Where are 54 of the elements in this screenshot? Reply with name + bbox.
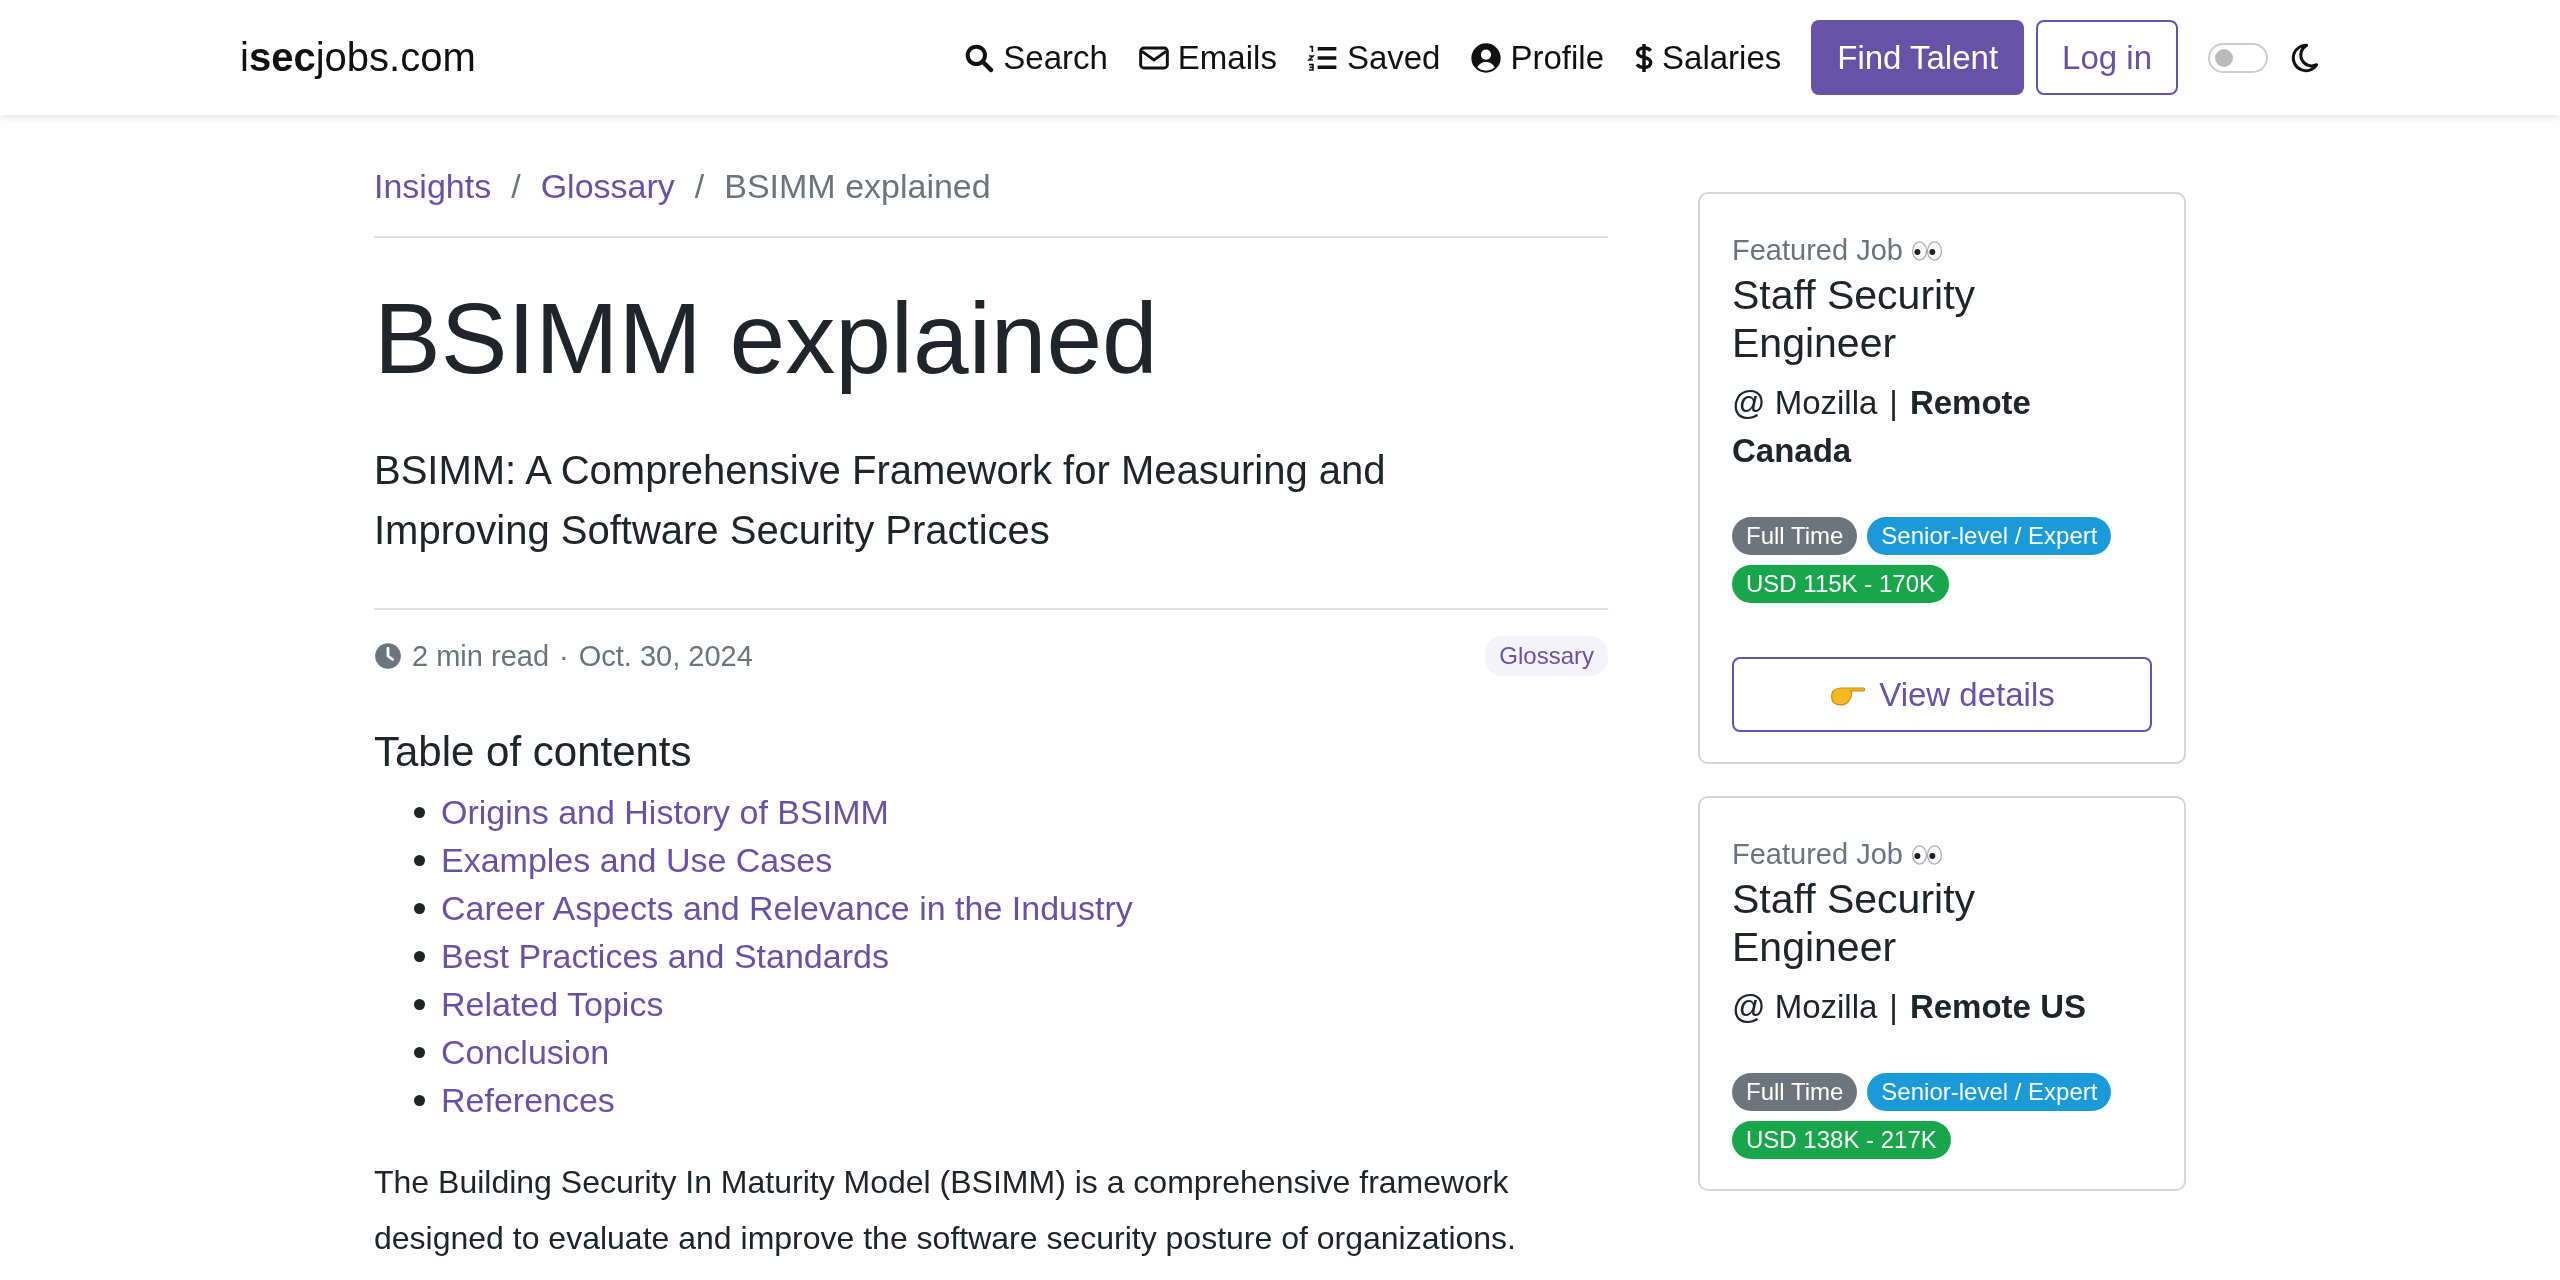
nav-link[interactable]: Saved bbox=[1306, 38, 1441, 77]
featured-label: Featured Job bbox=[1732, 234, 1903, 267]
job-title: Staff Security Engineer bbox=[1732, 875, 1977, 971]
dark-mode-switch[interactable] bbox=[2208, 42, 2268, 73]
job-tag: Full Time bbox=[1732, 1073, 1858, 1111]
eyes-icon bbox=[1910, 843, 1943, 866]
breadcrumb-separator: / bbox=[511, 167, 521, 206]
breadcrumb-link[interactable]: Insights bbox=[374, 167, 492, 206]
nav-link[interactable]: Profile bbox=[1470, 38, 1604, 77]
bullet-icon bbox=[414, 806, 425, 818]
nav-link[interactable]: Emails bbox=[1137, 38, 1277, 77]
nav-link[interactable]: Search bbox=[963, 38, 1108, 77]
article-title: BSIMM explained bbox=[374, 281, 1159, 396]
article-subtitle: BSIMM: A Comprehensive Framework for Measuring and Improving Software Security Practices bbox=[374, 447, 1387, 554]
toc-link[interactable]: Related Topics bbox=[441, 984, 664, 1024]
breadcrumb-current[interactable]: BSIMM explained bbox=[724, 167, 991, 206]
bullet-icon bbox=[414, 998, 425, 1010]
meta-separator: · bbox=[559, 639, 569, 673]
job-tag: Senior-level / Expert bbox=[1867, 517, 2112, 555]
login-button[interactable]: Log in bbox=[2036, 20, 2178, 95]
view-details-button[interactable]: View details bbox=[1732, 657, 2152, 732]
toc-link[interactable]: Best Practices and Standards bbox=[441, 936, 889, 976]
job-title: Staff Security Engineer bbox=[1732, 271, 1977, 367]
toc-link[interactable]: References bbox=[441, 1080, 615, 1120]
job-tag: USD 138K - 217K bbox=[1732, 1121, 1951, 1159]
article-paragraph: The Building Security In Maturity Model (BSIMM) is a comprehensive framework designed to evaluate and improve the software security posture of organizations. bbox=[374, 1163, 1517, 1258]
bullet-icon bbox=[414, 1094, 425, 1106]
user-circle-icon bbox=[1470, 41, 1503, 74]
publish-date: Oct. 30, 2024 bbox=[578, 639, 753, 673]
find-talent-button[interactable]: Find Talent bbox=[1811, 20, 2025, 95]
dollar-icon bbox=[1634, 41, 1654, 74]
eyes-icon bbox=[1910, 239, 1943, 262]
bullet-icon bbox=[414, 950, 425, 962]
bullet-icon bbox=[414, 854, 425, 866]
toc-link[interactable]: Conclusion bbox=[441, 1032, 610, 1072]
toc-link[interactable]: Career Aspects and Relevance in the Industry bbox=[441, 888, 1133, 928]
company-and-location: @ Mozilla | Remote US bbox=[1732, 987, 2087, 1027]
category-badge[interactable]: Glossary bbox=[1485, 636, 1608, 676]
job-tag: USD 115K - 170K bbox=[1732, 565, 1949, 603]
job-tag: Full Time bbox=[1732, 517, 1858, 555]
bullet-icon bbox=[414, 1046, 425, 1058]
toc-link[interactable]: Origins and History of BSIMM bbox=[441, 792, 889, 832]
breadcrumb-separator: / bbox=[694, 167, 705, 206]
toc-heading: Table of contents bbox=[374, 728, 693, 776]
featured-label: Featured Job bbox=[1732, 838, 1903, 871]
company-and-location: @ Mozilla | Remote Canada bbox=[1732, 383, 2032, 471]
read-time: 2 min read bbox=[412, 639, 549, 673]
bullet-icon bbox=[414, 902, 425, 914]
nav-link[interactable]: Salaries bbox=[1634, 38, 1782, 77]
toc-link[interactable]: Examples and Use Cases bbox=[441, 840, 833, 880]
site-logo[interactable]: isecjobs.com bbox=[240, 35, 476, 80]
job-tag: Senior-level / Expert bbox=[1867, 1073, 2112, 1111]
breadcrumb-link[interactable]: Glossary bbox=[540, 167, 675, 206]
clock-icon bbox=[374, 642, 402, 670]
